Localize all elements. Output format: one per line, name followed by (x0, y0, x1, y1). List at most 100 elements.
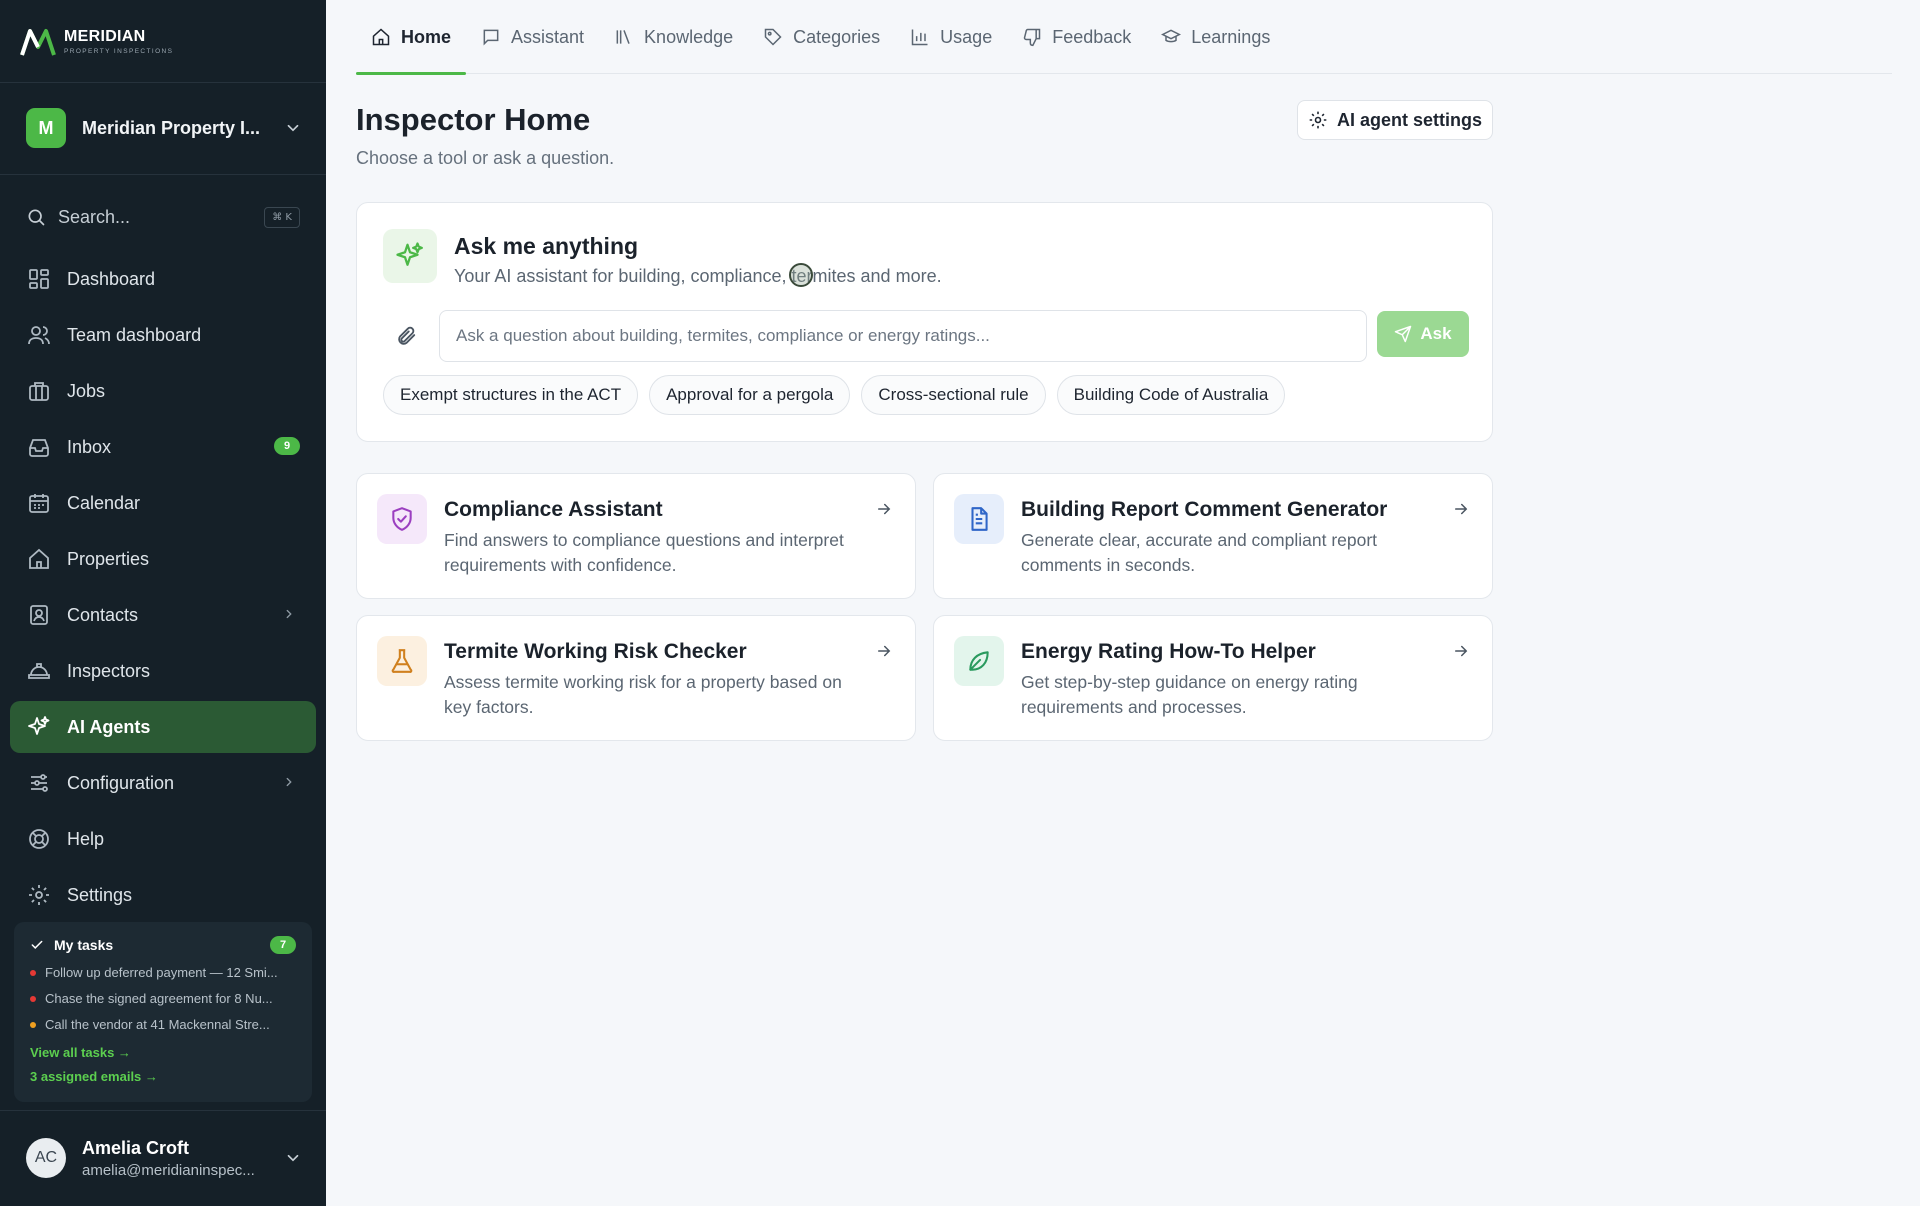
tool-card-energy-rating-how-to-helper[interactable]: Energy Rating How-To Helper Get step-by-… (933, 615, 1493, 741)
tool-title: Building Report Comment Generator (1021, 498, 1388, 521)
suggestion-chip[interactable]: Approval for a pergola (649, 375, 851, 415)
org-avatar: M (26, 108, 66, 148)
task-item[interactable]: Chase the signed agreement for 8 Nu... (30, 991, 296, 1006)
sidebar-item-label: Dashboard (67, 268, 156, 289)
suggestion-chips: Exempt structures in the ACT Approval fo… (383, 375, 1286, 415)
org-switcher[interactable]: M Meridian Property I... (26, 107, 302, 149)
tab-label: Usage (940, 26, 993, 47)
graduation-cap-icon (1161, 29, 1182, 43)
ask-subtitle: Your AI assistant for building, complian… (454, 266, 942, 286)
tool-title: Compliance Assistant (444, 498, 663, 521)
arrow-right-icon (878, 503, 891, 515)
tool-icon-tile (954, 636, 1004, 686)
arrow-right-icon (1455, 645, 1468, 657)
tab-usage[interactable]: Usage (895, 0, 1007, 74)
avatar: AC (26, 1138, 66, 1178)
user-menu[interactable]: AC Amelia Croft amelia@meridianinspec... (26, 1134, 302, 1182)
tool-card-building-report-comment-generator[interactable]: Building Report Comment Generator Genera… (933, 473, 1493, 599)
user-name: Amelia Croft (82, 1137, 190, 1158)
ask-input[interactable] (439, 310, 1367, 362)
tab-feedback[interactable]: Feedback (1007, 0, 1146, 74)
ai-agent-settings-button[interactable]: AI agent settings (1297, 100, 1493, 140)
leaf-icon (969, 651, 989, 671)
sidebar-item-label: AI Agents (67, 716, 151, 737)
check-icon (31, 940, 43, 949)
tag-icon (764, 28, 782, 46)
tool-description: Get step-by-step guidance on energy rati… (1021, 672, 1358, 717)
home-icon (372, 28, 390, 46)
sliders-icon (31, 774, 48, 792)
chevron-down-icon (287, 124, 299, 132)
tab-label: Home (401, 26, 452, 47)
tool-card-compliance-assistant[interactable]: Compliance Assistant Find answers to com… (356, 473, 916, 599)
calendar-icon (29, 494, 49, 513)
page-title: Inspector Home (356, 102, 591, 137)
suggestion-chip[interactable]: Cross-sectional rule (861, 375, 1046, 415)
task-item[interactable]: Follow up deferred payment — 12 Smi... (30, 965, 296, 980)
sidebar-item-team-dashboard[interactable]: Team dashboard (10, 309, 316, 361)
page-subtitle: Choose a tool or ask a question. (356, 148, 615, 168)
chevron-down-icon (287, 1154, 299, 1162)
sparkles-icon (396, 242, 423, 266)
sidebar-item-help[interactable]: Help (10, 813, 316, 865)
bar-chart-icon (911, 29, 928, 46)
tab-assistant[interactable]: Assistant (466, 0, 599, 74)
paperclip-icon[interactable] (395, 325, 417, 347)
sidebar-item-settings[interactable]: Settings (10, 869, 316, 921)
my-tasks-panel: My tasks 7 Follow up deferred payment — … (14, 922, 312, 1102)
tab-home[interactable]: Home (356, 0, 467, 75)
my-tasks-title: My tasks (54, 937, 114, 953)
search-placeholder: Search... (58, 206, 131, 227)
sidebar-item-properties[interactable]: Properties (10, 533, 316, 585)
button-label: AI agent settings (1336, 109, 1483, 130)
tab-learnings[interactable]: Learnings (1146, 0, 1285, 74)
tool-description: Assess termite working risk for a proper… (444, 672, 842, 717)
sidebar-item-label: Inspectors (67, 660, 151, 681)
meridian-logo-icon (20, 29, 56, 56)
tab-label: Categories (793, 26, 881, 47)
sidebar-item-inspectors[interactable]: Inspectors (10, 645, 316, 697)
tab-categories[interactable]: Categories (748, 0, 895, 74)
task-item[interactable]: Call the vendor at 41 Mackennal Stre... (30, 1017, 296, 1032)
task-text: Chase the signed agreement for 8 Nu... (45, 991, 273, 1006)
suggestion-chip[interactable]: Exempt structures in the ACT (383, 375, 639, 415)
sidebar-item-configuration[interactable]: Configuration (10, 757, 316, 809)
sidebar: MERIDIAN PROPERTY INSPECTIONS M Meridian… (0, 0, 326, 1206)
tab-label: Assistant (511, 26, 585, 47)
users-icon (28, 326, 50, 345)
sparkles-icon (28, 716, 50, 735)
tool-description: Find answers to compliance questions and… (444, 530, 844, 575)
ask-title: Ask me anything (454, 233, 639, 259)
task-text: Call the vendor at 41 Mackennal Stre... (45, 1017, 270, 1032)
assigned-emails-link[interactable]: 3 assigned emails → (30, 1069, 296, 1084)
ask-icon-tile (383, 229, 437, 283)
view-all-tasks-link[interactable]: View all tasks → (30, 1045, 296, 1060)
lifebuoy-icon (29, 829, 49, 849)
tool-card-termite-working-risk-checker[interactable]: Termite Working Risk Checker Assess term… (356, 615, 916, 741)
sidebar-search[interactable]: Search... ⌘ K (26, 202, 300, 232)
my-tasks-header[interactable]: My tasks 7 (30, 936, 296, 954)
sidebar-item-calendar[interactable]: Calendar (10, 477, 316, 529)
ask-button[interactable]: Ask (1377, 311, 1469, 357)
sidebar-item-dashboard[interactable]: Dashboard (10, 253, 316, 305)
sidebar-item-jobs[interactable]: Jobs (10, 365, 316, 417)
inbox-icon (29, 439, 49, 457)
sidebar-item-label: Settings (67, 884, 133, 905)
sidebar-item-contacts[interactable]: Contacts (10, 589, 316, 641)
suggestion-chip[interactable]: Building Code of Australia (1056, 375, 1286, 415)
sidebar-item-label: Help (67, 828, 105, 849)
thumbs-down-icon (1023, 28, 1041, 47)
priority-dot (30, 969, 36, 976)
tab-label: Feedback (1052, 26, 1132, 47)
brand-logo[interactable]: MERIDIAN PROPERTY INSPECTIONS (20, 24, 173, 60)
sidebar-item-ai-agents[interactable]: AI Agents (10, 701, 316, 753)
arrow-right-icon (1455, 503, 1468, 515)
task-text: Follow up deferred payment — 12 Smi... (45, 965, 278, 980)
tasks-count-badge: 7 (270, 936, 296, 954)
sidebar-item-inbox[interactable]: Inbox 9 (10, 421, 316, 473)
sidebar-item-label: Jobs (67, 380, 106, 401)
send-icon (1395, 325, 1412, 343)
org-name: Meridian Property I... (82, 117, 261, 138)
tab-knowledge[interactable]: Knowledge (599, 0, 748, 74)
tool-title: Energy Rating How-To Helper (1021, 640, 1316, 663)
